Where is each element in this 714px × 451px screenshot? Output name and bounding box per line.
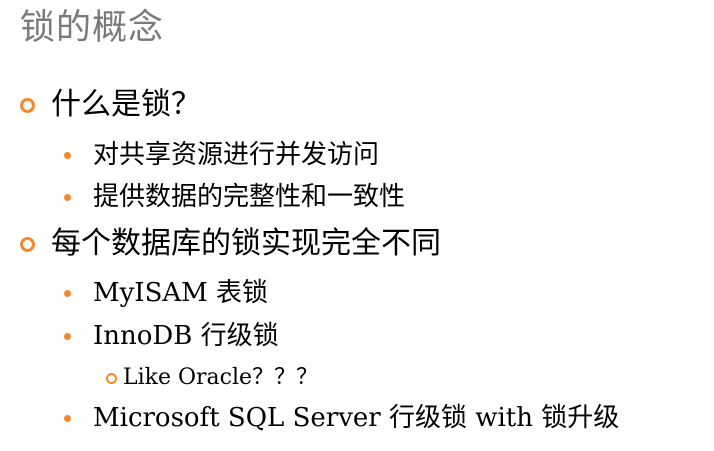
bullet-item: 什么是锁？ xyxy=(20,85,201,125)
hollow-circle-bullet-icon xyxy=(20,97,35,113)
bullet-text: 对共享资源进行并发访问 xyxy=(93,140,380,170)
sub-sub-bullet-item: Like Oracle？？？ xyxy=(106,364,318,392)
bullet-text: Like Oracle？？？ xyxy=(123,365,319,390)
sub-bullet-item: InnoDB 行级锁 xyxy=(64,319,279,353)
small-hollow-circle-bullet-icon xyxy=(106,372,117,384)
slide-title: 锁的概念 xyxy=(20,8,165,48)
filled-dot-bullet-icon xyxy=(64,332,71,340)
hollow-circle-bullet-icon xyxy=(20,236,35,252)
filled-dot-bullet-icon xyxy=(64,193,71,201)
filled-dot-bullet-icon xyxy=(64,151,71,159)
bullet-text: MyISAM 表锁 xyxy=(93,278,269,308)
filled-dot-bullet-icon xyxy=(64,289,71,297)
bullet-text: 提供数据的完整性和一致性 xyxy=(93,182,406,212)
bullet-item: 每个数据库的锁实现完全不同 xyxy=(20,224,441,264)
bullet-text: InnoDB 行级锁 xyxy=(93,321,279,351)
sub-bullet-item: 提供数据的完整性和一致性 xyxy=(64,180,405,214)
bullet-text: 每个数据库的锁实现完全不同 xyxy=(51,226,441,261)
sub-bullet-item: Microsoft SQL Server 行级锁 with 锁升级 xyxy=(64,401,619,435)
bullet-text: 什么是锁？ xyxy=(51,87,201,122)
filled-dot-bullet-icon xyxy=(64,414,71,422)
bullet-text: Microsoft SQL Server 行级锁 with 锁升级 xyxy=(93,403,620,433)
sub-bullet-item: 对共享资源进行并发访问 xyxy=(64,138,379,172)
sub-bullet-item: MyISAM 表锁 xyxy=(64,276,268,310)
